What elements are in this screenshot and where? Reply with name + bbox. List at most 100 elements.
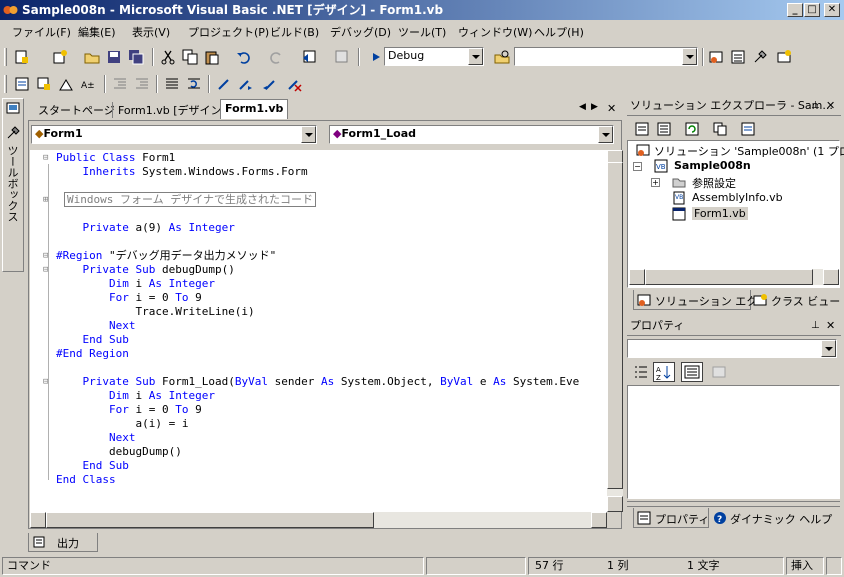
comment-icon[interactable] — [164, 76, 180, 92]
redo-icon[interactable] — [268, 49, 284, 65]
tree-horizontal-scrollbar[interactable] — [629, 269, 839, 285]
uncomment-icon[interactable] — [186, 76, 202, 92]
tab-properties[interactable]: プロパティ — [633, 508, 709, 528]
property-pages-icon[interactable] — [711, 364, 727, 380]
code-line[interactable]: a(i) = i — [56, 417, 188, 431]
horizontal-scrollbar[interactable] — [30, 512, 607, 528]
toolbar-grip[interactable] — [4, 48, 7, 66]
scroll-left-button[interactable] — [30, 512, 46, 528]
paste-icon[interactable] — [204, 49, 220, 65]
tree-item-assemblyinfo[interactable]: AssemblyInfo.vb — [692, 191, 783, 204]
tab-scroll-right-icon[interactable]: ▶ — [591, 102, 598, 112]
find-combo[interactable] — [514, 47, 698, 66]
tree-project[interactable]: Sample008n — [674, 159, 751, 172]
collapse-toggle[interactable]: − — [633, 162, 642, 171]
parameter-info-icon[interactable] — [36, 76, 52, 92]
code-line[interactable]: End Sub — [56, 333, 129, 347]
code-line[interactable]: Next — [56, 319, 136, 333]
tree-scroll-thumb[interactable] — [645, 269, 813, 285]
scroll-right-button[interactable] — [591, 512, 607, 528]
code-line[interactable]: Next — [56, 431, 136, 445]
bookmark-prev-icon[interactable] — [262, 76, 278, 92]
menu-build[interactable]: ビルド(B) — [270, 24, 319, 40]
minimize-button[interactable]: _ — [787, 3, 803, 17]
outdent-icon[interactable] — [112, 76, 128, 92]
undo-icon[interactable] — [236, 49, 252, 65]
class-name-combo[interactable]: ◆Form1 — [31, 125, 317, 144]
method-name-combo[interactable]: ◆Form1_Load — [329, 125, 614, 144]
bookmark-next-icon[interactable] — [238, 76, 254, 92]
code-line[interactable]: debugDump() — [56, 445, 182, 459]
properties-icon[interactable] — [741, 122, 755, 136]
solution-config-combo[interactable]: Debug — [384, 47, 484, 66]
toolbar-grip-2[interactable] — [4, 75, 7, 93]
code-text-area[interactable]: Public Class Form1 ⊟ Inherits System.Wind… — [30, 150, 607, 512]
tab-solution-explorer[interactable]: ソリューション エク... — [633, 290, 768, 310]
menu-edit[interactable]: 編集(E) — [78, 24, 116, 40]
menu-debug[interactable]: デバッグ(D) — [330, 24, 391, 40]
view-code-icon[interactable] — [657, 122, 671, 136]
close-panel-icon[interactable]: ✕ — [826, 319, 835, 332]
quick-info-icon[interactable] — [58, 76, 74, 92]
cut-icon[interactable] — [160, 49, 176, 65]
navigate-forward-icon[interactable] — [334, 49, 350, 65]
indent-icon[interactable] — [134, 76, 150, 92]
alphabetical-icon[interactable]: AZ — [653, 362, 675, 382]
menu-view[interactable]: 表示(V) — [132, 24, 170, 40]
add-item-icon[interactable] — [52, 49, 68, 65]
navigate-back-icon[interactable] — [302, 49, 318, 65]
code-line[interactable]: Dim i As Integer — [56, 277, 215, 291]
code-line[interactable]: For i = 0 To 9 — [56, 403, 202, 417]
menu-help[interactable]: ヘルプ(H) — [534, 24, 584, 40]
code-line[interactable]: Private Sub debugDump() — [56, 263, 235, 277]
solution-tree[interactable]: ソリューション 'Sample008n' (1 プロジェク − VB Sampl… — [627, 140, 844, 288]
menu-window[interactable]: ウィンドウ(W) — [458, 24, 532, 40]
vertical-scrollbar[interactable] — [607, 150, 623, 512]
code-line[interactable]: Dim i As Integer — [56, 389, 215, 403]
close-document-icon[interactable]: ✕ — [607, 102, 616, 115]
code-line[interactable]: Private a(9) As Integer — [56, 221, 235, 235]
property-grid[interactable] — [627, 385, 840, 499]
properties-view-icon[interactable] — [681, 362, 703, 382]
menu-file[interactable]: ファイル(F) — [12, 24, 71, 40]
toolbox-icon[interactable] — [752, 49, 768, 65]
tree-scroll-right[interactable] — [823, 269, 839, 285]
horizontal-scroll-thumb[interactable] — [46, 512, 374, 528]
code-line[interactable]: End Class — [56, 473, 116, 487]
tab-class-view[interactable]: クラス ビュー — [753, 290, 840, 310]
copy-icon[interactable] — [182, 49, 198, 65]
output-tab[interactable]: 出力 — [28, 533, 98, 552]
new-project-icon[interactable] — [14, 49, 30, 65]
code-line[interactable]: Windows フォーム デザイナで生成されたコード — [64, 192, 317, 207]
status-resize-grip[interactable] — [826, 557, 842, 575]
word-complete-icon[interactable]: A± — [80, 76, 96, 92]
pin-icon[interactable]: ⊥ — [811, 100, 820, 111]
menu-project[interactable]: プロジェクト(P) — [188, 24, 269, 40]
open-folder-icon[interactable] — [84, 49, 100, 65]
close-button[interactable]: ✕ — [824, 3, 840, 17]
code-line[interactable]: Inherits System.Windows.Forms.Form — [56, 165, 308, 179]
code-line[interactable]: Public Class Form1 — [56, 151, 175, 165]
categorized-icon[interactable] — [633, 364, 649, 380]
code-line[interactable]: #Region "デバッグ用データ出力メソッド" — [56, 249, 276, 263]
vertical-scroll-thumb[interactable] — [607, 162, 623, 489]
tree-item-form1[interactable]: Form1.vb — [692, 207, 748, 220]
save-icon[interactable] — [106, 49, 122, 65]
tab-start-page[interactable]: スタートページ — [38, 102, 115, 118]
show-all-files-icon[interactable] — [635, 122, 649, 136]
code-line[interactable]: #End Region — [56, 347, 129, 361]
bookmark-toggle-icon[interactable] — [216, 76, 232, 92]
tree-item-references[interactable]: 参照設定 — [692, 175, 736, 191]
class-view-icon[interactable] — [776, 49, 792, 65]
copy-project-icon[interactable] — [713, 122, 727, 136]
save-all-icon[interactable] — [128, 49, 144, 65]
collapse-region-icon[interactable]: ⊟ — [43, 153, 48, 163]
tab-form1-design[interactable]: Form1.vb [デザイン] — [112, 102, 226, 118]
code-line[interactable]: Private Sub Form1_Load(ByVal sender As S… — [56, 375, 580, 389]
toolbox-tab[interactable]: ツールボックス — [2, 98, 24, 272]
maximize-button[interactable]: □ — [804, 3, 820, 17]
menu-tools[interactable]: ツール(T) — [398, 24, 446, 40]
tree-scroll-left[interactable] — [629, 269, 645, 285]
refresh-icon[interactable] — [685, 122, 699, 136]
properties-window-icon[interactable] — [730, 49, 746, 65]
